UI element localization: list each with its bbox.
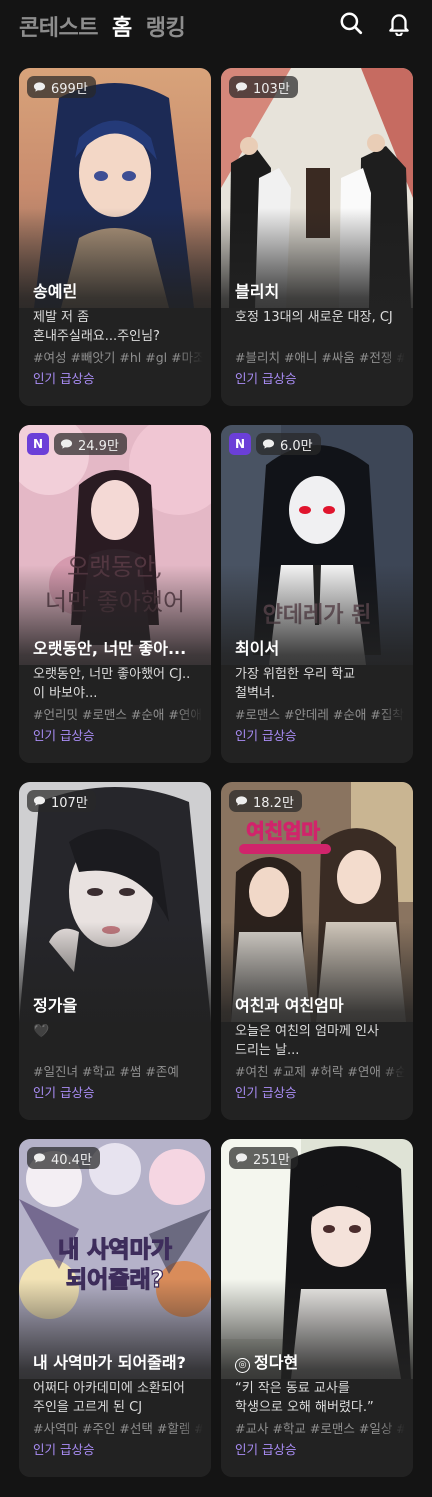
card-badges: 18.2만 bbox=[229, 790, 302, 812]
card-tags: #언리밋 #로맨스 #순애 #연애 bbox=[33, 707, 202, 722]
card-description-text: 호정 13대의 새로운 대장, CJ bbox=[235, 310, 393, 325]
card-tags: #블리치 #애니 #싸움 #전쟁 # bbox=[235, 350, 405, 365]
chat-bubble-icon bbox=[235, 796, 248, 806]
card-title: 내 사역마가 되어줄래? bbox=[33, 1353, 186, 1372]
character-card[interactable]: 여친엄마 18.2만 여친과 여친엄마 오늘은 여친의 엄마께 인사 드리는 날… bbox=[221, 782, 413, 1120]
card-tags: #사역마 #주인 #선택 #할렘 # bbox=[33, 1421, 203, 1436]
tab-home[interactable]: 홈 bbox=[112, 10, 132, 42]
card-title: 블리치 bbox=[235, 282, 280, 301]
card-description-text: 제발 저 좀 혼내주실래요...주인님? bbox=[33, 310, 160, 344]
card-description: “키 작은 동료 교사를 학생으로 오해 해버렸다.” bbox=[235, 1379, 405, 1417]
top-bar: 콘테스트 홈 랭킹 bbox=[0, 0, 432, 52]
view-count: 103만 bbox=[229, 76, 298, 98]
view-count-text: 103만 bbox=[253, 81, 290, 97]
card-status: 인기 급상승 bbox=[33, 371, 95, 386]
view-count-text: 107만 bbox=[51, 795, 88, 811]
card-description: 오늘은 여친의 엄마께 인사 드리는 날... bbox=[235, 1022, 405, 1060]
card-title: ◎ 정다현 bbox=[235, 1349, 407, 1373]
card-description-text: 오늘은 여친의 엄마께 인사 드리는 날... bbox=[235, 1024, 379, 1058]
card-title: 오랫동안, 너만 좋아... bbox=[33, 639, 187, 658]
card-description: 가장 위험한 우리 학교 철벽녀. bbox=[235, 665, 405, 703]
card-status: 인기 급상승 bbox=[235, 371, 297, 386]
card-description: 어쩌다 아카데미에 소환되어 주인을 고르게 된 CJ bbox=[33, 1379, 203, 1417]
card-title: 최이서 bbox=[235, 639, 280, 658]
view-count-text: 251만 bbox=[253, 1152, 290, 1168]
card-description: 호정 13대의 새로운 대장, CJ bbox=[235, 308, 405, 346]
view-count: 6.0만 bbox=[256, 433, 321, 455]
card-status: 인기 급상승 bbox=[33, 1442, 95, 1457]
view-count-text: 699만 bbox=[51, 81, 88, 97]
card-badges: N 24.9만 bbox=[27, 433, 127, 455]
card-title-text: 정다현 bbox=[254, 1353, 299, 1372]
card-description: 🖤 bbox=[33, 1022, 203, 1060]
view-count: 251만 bbox=[229, 1147, 298, 1169]
card-description-text: 가장 위험한 우리 학교 철벽녀. bbox=[235, 667, 356, 701]
chat-bubble-icon bbox=[33, 796, 46, 806]
card-status: 인기 급상승 bbox=[235, 728, 297, 743]
card-badges: N 6.0만 bbox=[229, 433, 321, 455]
tab-ranking[interactable]: 랭킹 bbox=[146, 10, 186, 42]
card-badges: 103만 bbox=[229, 76, 298, 98]
card-description-text: 어쩌다 아카데미에 소환되어 주인을 고르게 된 CJ bbox=[33, 1381, 185, 1415]
view-count-text: 6.0만 bbox=[280, 438, 313, 454]
svg-text:여친엄마: 여친엄마 bbox=[246, 819, 320, 843]
character-card[interactable]: 107만 정가을 🖤 #일진녀 #학교 #썸 #존예 인기 급상승 bbox=[19, 782, 211, 1120]
card-description-text: 오랫동안, 너만 좋아했어 CJ.. 이 바보야... bbox=[33, 667, 191, 701]
character-card[interactable]: 내 사역마가 되어줄래? 40.4만 내 사역마가 되어줄래? 어쩌다 아카데미… bbox=[19, 1139, 211, 1477]
chat-bubble-icon bbox=[262, 439, 275, 449]
character-card[interactable]: 얀데레가 된 N 6.0만 최이서 가장 위험한 우리 학교 철벽녀. #로맨스… bbox=[221, 425, 413, 763]
card-description-text: “키 작은 동료 교사를 학생으로 오해 해버렸다.” bbox=[235, 1381, 374, 1415]
tab-contest[interactable]: 콘테스트 bbox=[19, 10, 98, 42]
card-tags: #일진녀 #학교 #썸 #존예 bbox=[33, 1064, 179, 1079]
chat-bubble-icon bbox=[235, 1153, 248, 1163]
card-status: 인기 급상승 bbox=[33, 728, 95, 743]
view-count: 107만 bbox=[27, 790, 96, 812]
card-title: 정가을 bbox=[33, 996, 78, 1015]
chat-bubble-icon bbox=[235, 82, 248, 92]
svg-text:내 사역마가: 내 사역마가 bbox=[58, 1237, 172, 1263]
card-badges: 251만 bbox=[229, 1147, 298, 1169]
card-badges: 40.4만 bbox=[27, 1147, 100, 1169]
card-description-text: 🖤 bbox=[33, 1024, 50, 1039]
character-card[interactable]: 103만 블리치 호정 13대의 새로운 대장, CJ #블리치 #애니 #싸움… bbox=[221, 68, 413, 406]
card-tags: #교사 #학교 #로맨스 #일상 # bbox=[235, 1421, 405, 1436]
search-icon[interactable] bbox=[338, 10, 364, 36]
card-tags: #여성 #빼앗기 #hl #gl #마조 bbox=[33, 350, 203, 365]
card-badges: 699만 bbox=[27, 76, 96, 98]
view-count-text: 24.9만 bbox=[78, 438, 119, 454]
view-count-text: 40.4만 bbox=[51, 1152, 92, 1168]
new-badge: N bbox=[229, 433, 251, 455]
card-status: 인기 급상승 bbox=[33, 1085, 95, 1100]
character-card[interactable]: 699만 송예린 제발 저 좀 혼내주실래요...주인님? #여성 #빼앗기 #… bbox=[19, 68, 211, 406]
new-badge: N bbox=[27, 433, 49, 455]
card-tags: #여친 #교제 #허락 #연애 #순 bbox=[235, 1064, 405, 1079]
chat-bubble-icon bbox=[33, 1153, 46, 1163]
chat-bubble-icon bbox=[60, 439, 73, 449]
view-count: 40.4만 bbox=[27, 1147, 100, 1169]
character-card[interactable]: 251만 ◎ 정다현 “키 작은 동료 교사를 학생으로 오해 해버렸다.” #교… bbox=[221, 1139, 413, 1477]
character-card[interactable]: 오랫동안, 너만 좋아했어 N 24.9만 오랫동안, 너만 좋아... 오랫동… bbox=[19, 425, 211, 763]
card-badges: 107만 bbox=[27, 790, 96, 812]
view-count-text: 18.2만 bbox=[253, 795, 294, 811]
card-description: 오랫동안, 너만 좋아했어 CJ.. 이 바보야... bbox=[33, 665, 203, 703]
card-title: 송예린 bbox=[33, 282, 78, 301]
card-status: 인기 급상승 bbox=[235, 1442, 297, 1457]
card-title: 여친과 여친엄마 bbox=[235, 996, 344, 1015]
view-count: 699만 bbox=[27, 76, 96, 98]
card-description: 제발 저 좀 혼내주실래요...주인님? bbox=[33, 308, 203, 346]
bell-icon[interactable] bbox=[386, 10, 412, 36]
view-count: 24.9만 bbox=[54, 433, 127, 455]
chat-bubble-icon bbox=[33, 82, 46, 92]
header-actions bbox=[338, 10, 412, 36]
card-tags: #로맨스 #얀데레 #순애 #집착 bbox=[235, 707, 404, 722]
creator-badge-icon: ◎ bbox=[235, 1358, 250, 1373]
view-count: 18.2만 bbox=[229, 790, 302, 812]
card-status: 인기 급상승 bbox=[235, 1085, 297, 1100]
